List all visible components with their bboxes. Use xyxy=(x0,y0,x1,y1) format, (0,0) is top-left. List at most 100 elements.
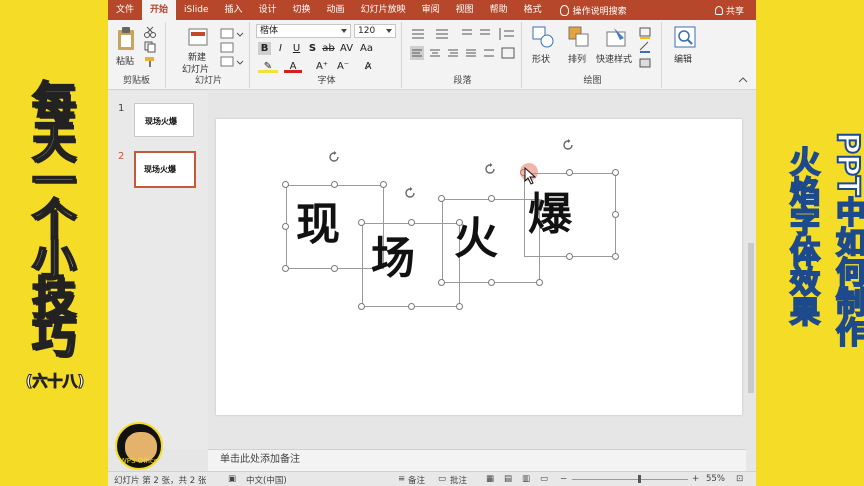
tab-transitions[interactable]: 切换 xyxy=(285,0,319,20)
share-button[interactable]: 共享 xyxy=(714,4,756,17)
rotate-handle-icon[interactable] xyxy=(562,139,574,151)
font-size-select[interactable]: 120 xyxy=(354,24,396,38)
font-name-select[interactable]: 楷体 xyxy=(256,24,351,38)
zoom-out-icon[interactable]: − xyxy=(560,474,567,484)
font-color-button[interactable]: A xyxy=(284,60,302,73)
tab-help[interactable]: 帮助 xyxy=(482,0,516,20)
shapes-icon[interactable] xyxy=(532,26,554,48)
change-case-button[interactable]: Aa xyxy=(360,42,373,55)
resize-handle[interactable] xyxy=(331,181,338,188)
slide-char-4[interactable]: 爆 xyxy=(528,193,572,237)
rotate-handle-icon[interactable] xyxy=(328,151,340,163)
resize-handle[interactable] xyxy=(612,211,619,218)
resize-handle[interactable] xyxy=(438,195,445,202)
underline-button[interactable]: U xyxy=(290,42,303,55)
collapse-ribbon-icon[interactable] xyxy=(738,76,748,84)
highlight-color-button[interactable]: ✎ xyxy=(258,60,278,73)
bold-button[interactable]: B xyxy=(258,42,271,55)
tab-design[interactable]: 设计 xyxy=(251,0,285,20)
vertical-scrollbar[interactable] xyxy=(746,91,756,471)
resize-handle[interactable] xyxy=(566,169,573,176)
notes-toggle-icon[interactable]: ≡ xyxy=(398,474,405,484)
decrease-font-button[interactable]: A⁻ xyxy=(334,60,352,73)
shape-fill-outline-effects-icons[interactable] xyxy=(638,26,658,70)
rotate-handle-icon[interactable] xyxy=(404,187,416,199)
rotate-handle-icon[interactable] xyxy=(484,163,496,175)
slide-thumbnail-1[interactable]: 现场火爆 xyxy=(134,103,194,137)
tab-review[interactable]: 审阅 xyxy=(414,0,448,20)
quick-styles-label[interactable]: 快速样式 xyxy=(596,52,632,65)
group-slides: 新建 幻灯片 幻灯片 xyxy=(168,22,250,88)
zoom-slider-thumb[interactable] xyxy=(638,475,641,483)
new-slide-icon[interactable] xyxy=(188,26,208,48)
increase-font-button[interactable]: A⁺ xyxy=(313,60,331,73)
slide-char-1[interactable]: 现 xyxy=(296,203,340,247)
group-label-font: 字体 xyxy=(317,76,336,86)
tab-home[interactable]: 开始 xyxy=(142,0,177,20)
normal-view-icon[interactable]: ▦ xyxy=(486,474,494,484)
slide-thumbnail-2[interactable]: 现场火爆 xyxy=(134,151,196,188)
arrange-label[interactable]: 排列 xyxy=(568,52,586,65)
cut-icon[interactable] xyxy=(144,26,156,38)
fit-to-window-icon[interactable]: ⊡ xyxy=(736,474,743,484)
slide-sorter-icon[interactable]: ▤ xyxy=(504,474,512,484)
zoom-level[interactable]: 55% xyxy=(706,474,725,484)
italic-button[interactable]: I xyxy=(274,42,287,55)
strikethrough-button[interactable]: ab xyxy=(322,42,335,55)
resize-handle[interactable] xyxy=(358,303,365,310)
resize-handle[interactable] xyxy=(380,181,387,188)
clear-format-button[interactable]: A̷ xyxy=(360,60,376,73)
resize-handle[interactable] xyxy=(282,223,289,230)
resize-handle[interactable] xyxy=(566,253,573,260)
arrange-icon[interactable] xyxy=(568,26,590,48)
tab-islide[interactable]: iSlide xyxy=(176,0,216,20)
tell-me-search[interactable]: 操作说明搜索 xyxy=(550,4,637,17)
paste-icon[interactable] xyxy=(116,26,136,52)
search-icon[interactable] xyxy=(674,26,696,48)
resize-handle[interactable] xyxy=(612,253,619,260)
resize-handle[interactable] xyxy=(408,219,415,226)
tab-insert[interactable]: 插入 xyxy=(217,0,251,20)
tab-format[interactable]: 格式 xyxy=(516,0,550,20)
resize-handle[interactable] xyxy=(488,279,495,286)
layout-reset-section-icons[interactable] xyxy=(220,28,244,68)
char-spacing-button[interactable]: AV xyxy=(340,42,353,55)
resize-handle[interactable] xyxy=(282,181,289,188)
resize-handle[interactable] xyxy=(488,195,495,202)
tab-animations[interactable]: 动画 xyxy=(319,0,353,20)
tab-file[interactable]: 文件 xyxy=(108,0,142,20)
resize-handle[interactable] xyxy=(331,265,338,272)
group-drawing: 形状 排列 快速样式 绘图 xyxy=(524,22,662,88)
tab-view[interactable]: 视图 xyxy=(448,0,482,20)
resize-handle[interactable] xyxy=(358,219,365,226)
editing-label[interactable]: 编辑 xyxy=(674,52,692,65)
resize-handle[interactable] xyxy=(456,303,463,310)
slide-canvas[interactable]: 现 场 火 爆 xyxy=(216,119,742,415)
format-painter-icon[interactable] xyxy=(144,56,156,68)
resize-handle[interactable] xyxy=(612,169,619,176)
zoom-slider[interactable] xyxy=(572,479,688,480)
paragraph-controls-icons[interactable] xyxy=(408,26,518,74)
slideshow-icon[interactable]: ▭ xyxy=(540,474,548,484)
notes-toggle[interactable]: 备注 xyxy=(408,474,425,486)
quick-styles-icon[interactable] xyxy=(606,26,628,48)
notes-pane[interactable]: 单击此处添加备注 xyxy=(208,449,746,471)
resize-handle[interactable] xyxy=(536,279,543,286)
resize-handle[interactable] xyxy=(282,265,289,272)
comments-toggle[interactable]: 批注 xyxy=(450,474,467,486)
scrollbar-thumb[interactable] xyxy=(748,243,754,393)
comments-toggle-icon[interactable]: ▭ xyxy=(438,474,446,484)
resize-handle[interactable] xyxy=(438,279,445,286)
reading-view-icon[interactable]: ▥ xyxy=(522,474,530,484)
shapes-label[interactable]: 形状 xyxy=(532,52,550,65)
language-indicator[interactable]: 中文(中国) xyxy=(246,474,287,486)
resize-handle[interactable] xyxy=(408,303,415,310)
spellcheck-icon[interactable]: ▣ xyxy=(228,474,236,484)
copy-icon[interactable] xyxy=(144,41,156,53)
paste-label[interactable]: 粘贴 xyxy=(116,54,134,67)
zoom-in-icon[interactable]: + xyxy=(692,474,699,484)
slide-char-3[interactable]: 火 xyxy=(454,217,498,261)
slide-char-2[interactable]: 场 xyxy=(371,237,415,281)
shadow-button[interactable]: S xyxy=(306,42,319,55)
tab-slideshow[interactable]: 幻灯片放映 xyxy=(353,0,414,20)
